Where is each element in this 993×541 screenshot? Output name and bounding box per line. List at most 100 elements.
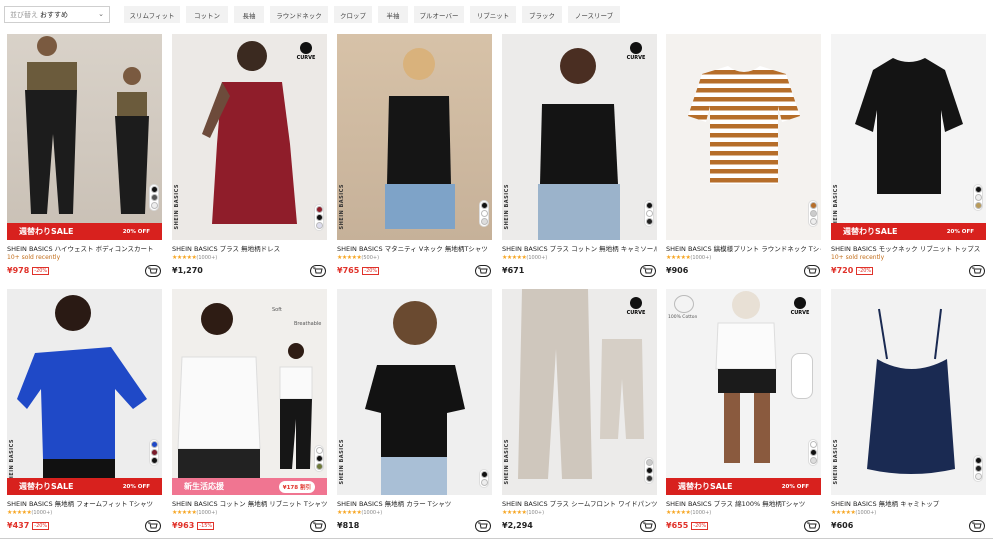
product-title[interactable]: SHEIN BASICS プラス シームフロント ワイドパンツ [502, 498, 657, 508]
brand-vertical: SHEIN BASICS [174, 184, 180, 230]
product-price: ¥818 [337, 521, 360, 530]
filter-chip[interactable]: 長袖 [234, 6, 264, 23]
product-image[interactable]: SHEIN BASICS 週替わりSALE 20% OFF [831, 34, 986, 240]
add-to-cart-button[interactable] [969, 520, 985, 532]
rating: ★★★★★(1000+) [172, 254, 218, 261]
add-to-cart-button[interactable] [145, 520, 161, 532]
cart-icon [807, 267, 817, 274]
product-price: ¥906 [666, 266, 689, 275]
cart-icon [643, 267, 653, 274]
rating: ★★★★★(1000+) [172, 509, 218, 516]
brand-vertical: SHEIN BASICS [833, 439, 839, 485]
product-card[interactable]: SHEIN BASICS 縞模様プリント ラウンドネック Tシャツ ★★★★★(… [666, 34, 822, 279]
product-image[interactable]: SHEIN BASICS [337, 289, 492, 495]
add-to-cart-button[interactable] [310, 520, 326, 532]
add-to-cart-button[interactable] [475, 265, 491, 277]
product-card[interactable]: CURVE SHEIN BASICS SHEIN BASICS プラス 無地柄ド… [172, 34, 328, 279]
add-to-cart-button[interactable] [969, 265, 985, 277]
rating: ★★★★★(1000+) [7, 509, 53, 516]
rating: ★★★★★(500+) [337, 254, 380, 261]
soft-label: Soft [272, 307, 282, 313]
product-card[interactable]: CURVE SHEIN BASICS SHEIN BASICS プラス シームフ… [502, 289, 658, 534]
product-title[interactable]: SHEIN BASICS プラス コットン 無地柄 キャミソール [502, 243, 657, 253]
add-to-cart-button[interactable] [145, 265, 161, 277]
product-title[interactable]: SHEIN BASICS モックネック リブニット トップス [831, 243, 986, 253]
cart-icon [148, 522, 158, 529]
add-to-cart-button[interactable] [310, 265, 326, 277]
product-price: ¥606 [831, 521, 854, 530]
filter-chip[interactable]: ラウンドネック [270, 6, 328, 23]
product-card[interactable]: Soft Breathable 新生活応援 ¥178 割引 SHEIN BASIC… [172, 289, 328, 534]
product-image[interactable]: SHEIN BASICS 週替わりSALE 20% OFF [7, 289, 162, 495]
product-image[interactable]: 100% Cotton CURVE 週替わりSALE 20% OFF [666, 289, 821, 495]
product-card[interactable]: SHEIN BASICS 週替わりSALE 20% OFF SHEIN BASIC… [7, 289, 163, 534]
product-price: ¥1,270 [172, 266, 203, 275]
product-image[interactable]: SHEIN BASICS [831, 289, 986, 495]
product-title[interactable]: SHEIN BASICS 無地柄 フォームフィット Tシャツ [7, 498, 162, 508]
product-price: ¥978 -20% [7, 266, 50, 275]
product-card[interactable]: 週替わりSALE 20% OFF SHEIN BASICS ハイウェスト ボディコ… [7, 34, 163, 279]
product-card[interactable]: 100% Cotton CURVE 週替わりSALE 20% OFF SHEIN … [666, 289, 822, 534]
rating: ★★★★★(1000+) [666, 509, 712, 516]
filter-chip[interactable]: ブラック [522, 6, 562, 23]
cart-icon [643, 522, 653, 529]
product-title[interactable]: SHEIN BASICS プラス 無地柄ドレス [172, 243, 327, 253]
sale-banner: 週替わりSALE 20% OFF [7, 478, 162, 495]
cotton100-label: 100% Cotton [668, 315, 698, 320]
product-image[interactable]: 週替わりSALE 20% OFF [7, 34, 162, 240]
filter-chip[interactable]: ノースリーブ [568, 6, 620, 23]
product-image[interactable]: CURVE SHEIN BASICS [172, 34, 327, 240]
sort-value: おすすめ [40, 10, 68, 19]
product-title[interactable]: SHEIN BASICS 無地柄 キャミトップ [831, 498, 986, 508]
add-to-cart-button[interactable] [475, 520, 491, 532]
cart-icon [148, 267, 158, 274]
product-image[interactable]: CURVE SHEIN BASICS [502, 34, 657, 240]
add-to-cart-button[interactable] [804, 265, 820, 277]
rating: ★★★★★(1000+) [337, 509, 383, 516]
product-title[interactable]: SHEIN BASICS コットン 無地柄 リブニット Tシャツ [172, 498, 327, 508]
cart-icon [807, 522, 817, 529]
product-title[interactable]: SHEIN BASICS ハイウェスト ボディコンスカート [7, 243, 162, 253]
add-to-cart-button[interactable] [640, 265, 656, 277]
cotton-cloud-icon [674, 295, 694, 313]
brand-vertical: SHEIN BASICS [339, 184, 345, 230]
cart-icon [972, 267, 982, 274]
product-price: ¥963 -15% [172, 521, 215, 530]
filter-chip[interactable]: コットン [186, 6, 228, 23]
sold-text: 10+ sold recently [831, 254, 885, 261]
add-to-cart-button[interactable] [640, 520, 656, 532]
curve-badge: CURVE [625, 297, 647, 316]
cart-icon [313, 522, 323, 529]
curve-badge: CURVE [789, 297, 811, 316]
product-card[interactable]: SHEIN BASICS SHEIN BASICS 無地柄 カラー Tシャツ ★… [337, 289, 493, 534]
product-title[interactable]: SHEIN BASICS プラス 綿100% 無地柄Tシャツ [666, 498, 821, 508]
product-card[interactable]: CURVE SHEIN BASICS SHEIN BASICS プラス コットン… [502, 34, 658, 279]
filter-bar: 並び替え おすすめ ⌄ スリムフィット コットン 長袖 ラウンドネック クロップ… [0, 0, 993, 30]
chevron-down-icon: ⌄ [98, 10, 104, 18]
product-title[interactable]: SHEIN BASICS マタニティ Vネック 無地柄Tシャツ [337, 243, 492, 253]
add-to-cart-button[interactable] [804, 520, 820, 532]
filter-chip[interactable]: 半袖 [378, 6, 408, 23]
product-card[interactable]: SHEIN BASICS SHEIN BASICS 無地柄 キャミトップ ★★★… [831, 289, 987, 534]
curve-badge: CURVE [625, 42, 647, 61]
product-image[interactable] [666, 34, 821, 240]
product-card[interactable]: SHEIN BASICS SHEIN BASICS マタニティ Vネック 無地柄… [337, 34, 493, 279]
filter-chip[interactable]: リブニット [470, 6, 516, 23]
product-title[interactable]: SHEIN BASICS 無地柄 カラー Tシャツ [337, 498, 492, 508]
product-image[interactable]: Soft Breathable 新生活応援 ¥178 割引 [172, 289, 327, 495]
filter-chip[interactable]: プルオーバー [414, 6, 464, 23]
sale-banner: 週替わりSALE 20% OFF [666, 478, 821, 495]
product-price: ¥720 -20% [831, 266, 874, 275]
product-title[interactable]: SHEIN BASICS 縞模様プリント ラウンドネック Tシャツ [666, 243, 821, 253]
product-price: ¥2,294 [502, 521, 533, 530]
filter-chip[interactable]: スリムフィット [124, 6, 180, 23]
sale-banner: 週替わりSALE 20% OFF [831, 223, 986, 240]
sort-select[interactable]: 並び替え おすすめ ⌄ [4, 6, 110, 23]
product-card[interactable]: SHEIN BASICS 週替わりSALE 20% OFF SHEIN BASIC… [831, 34, 987, 279]
brand-vertical: SHEIN BASICS [339, 439, 345, 485]
product-image[interactable]: SHEIN BASICS [337, 34, 492, 240]
product-image[interactable]: CURVE SHEIN BASICS [502, 289, 657, 495]
cart-icon [313, 267, 323, 274]
filter-chip[interactable]: クロップ [334, 6, 372, 23]
new-life-banner: 新生活応援 ¥178 割引 [172, 478, 327, 495]
